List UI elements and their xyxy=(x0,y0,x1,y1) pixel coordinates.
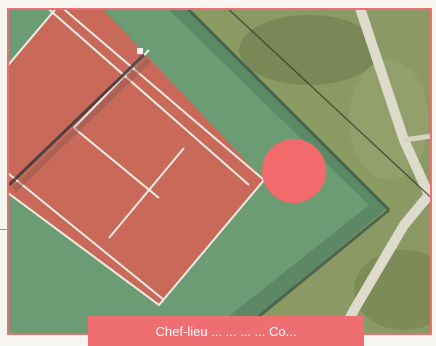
aerial-imagery xyxy=(9,10,430,333)
net-post xyxy=(137,48,143,54)
vegetation-patch xyxy=(239,15,379,85)
location-marker[interactable] xyxy=(262,139,326,203)
aerial-map-view[interactable] xyxy=(7,8,432,335)
place-caption: Chef-lieu ... ... ... ... Co... xyxy=(88,316,364,346)
